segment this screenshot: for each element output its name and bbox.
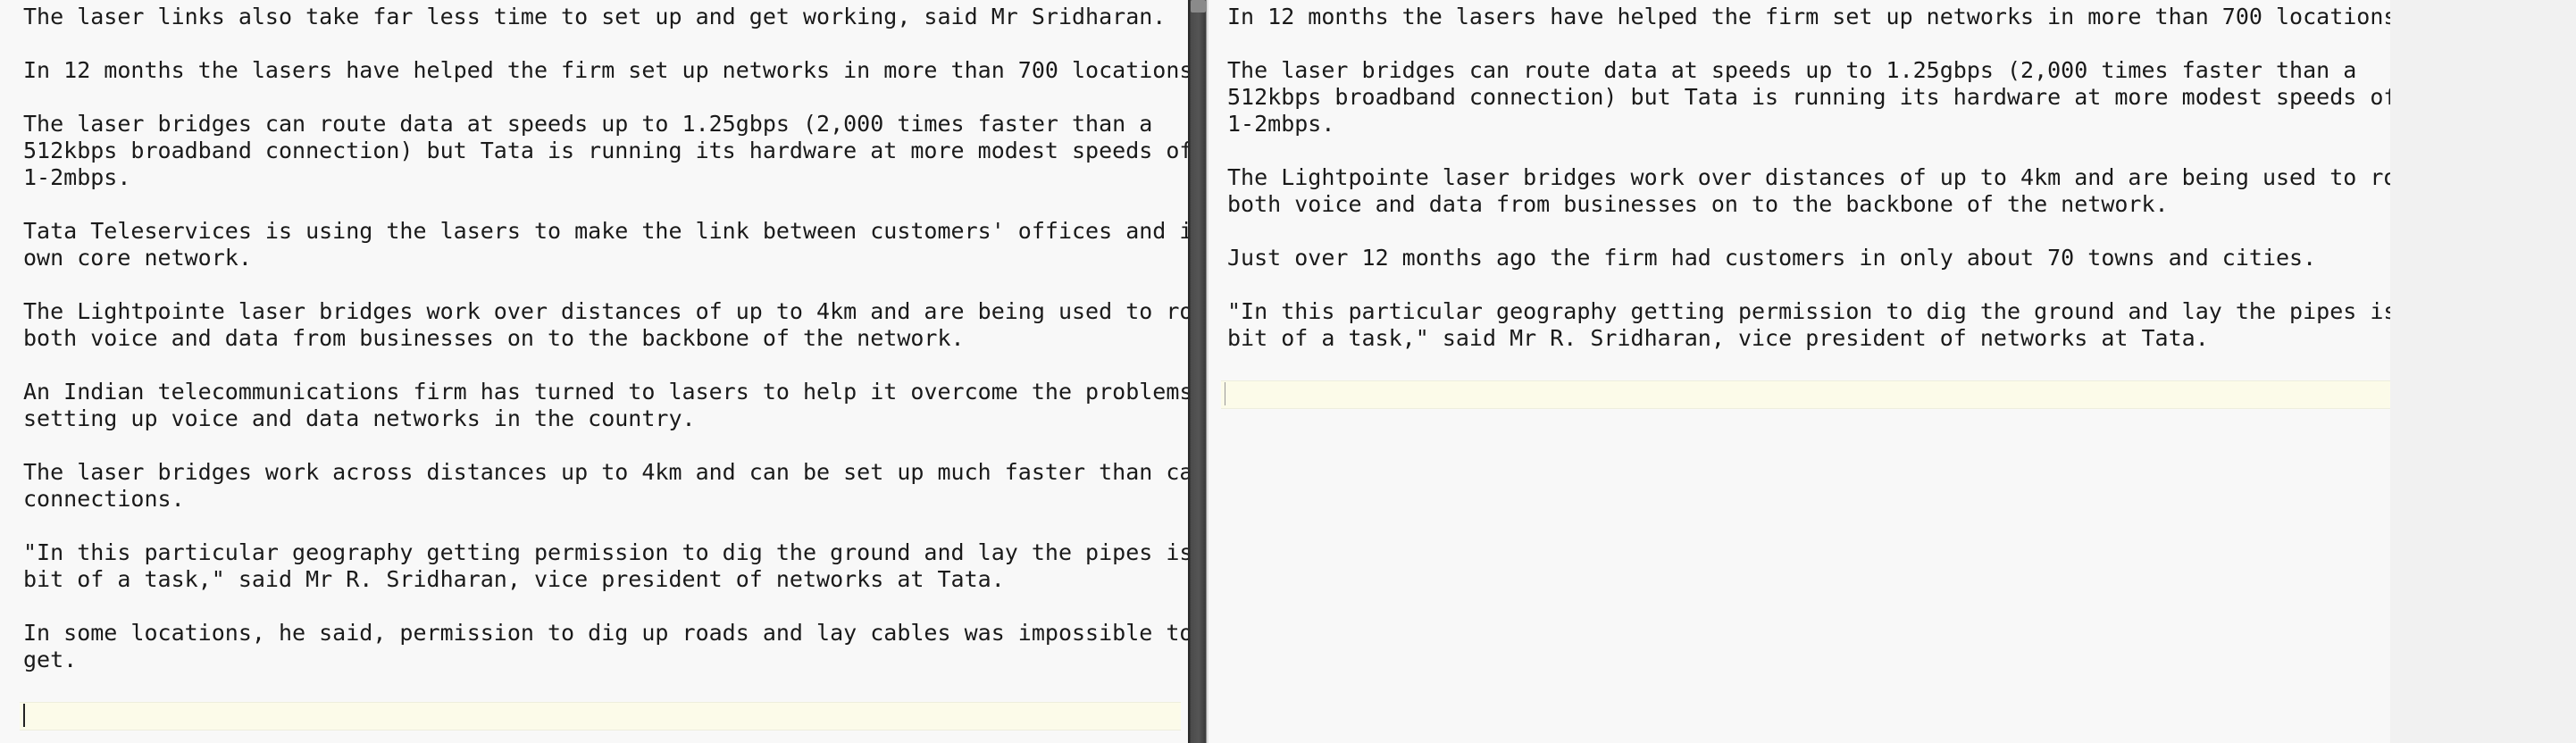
- text-line: Just over 12 months ago the firm had cus…: [1227, 245, 2317, 271]
- paragraph: In some locations, he said, permission t…: [23, 620, 1188, 673]
- paragraph: The Lightpointe laser bridges work over …: [23, 298, 1188, 352]
- paragraph: In 12 months the lasers have helped the …: [1227, 4, 2438, 30]
- text-line: setting up voice and data networks in th…: [23, 405, 696, 431]
- right-margin-area: [2390, 0, 2576, 743]
- paragraph: The laser bridges work across distances …: [23, 459, 1188, 513]
- pane-splitter[interactable]: [1188, 0, 1209, 743]
- text-line: "In this particular geography getting pe…: [1227, 298, 2424, 324]
- text-line: The laser bridges can route data at spee…: [1227, 57, 2357, 83]
- text-line: 512kbps broadband connection) but Tata i…: [1227, 84, 2397, 110]
- text-line: An Indian telecommunications firm has tu…: [23, 379, 1188, 405]
- text-line: The laser bridges can route data at spee…: [23, 111, 1153, 137]
- text-line: In 12 months the lasers have helped the …: [23, 57, 1188, 83]
- paragraph: The laser links also take far less time …: [23, 4, 1188, 30]
- right-text-content[interactable]: In 12 months the lasers have helped the …: [1227, 4, 2438, 352]
- text-line: "In this particular geography getting pe…: [23, 539, 1188, 565]
- current-line-highlight: [20, 702, 1181, 730]
- paragraph: "In this particular geography getting pe…: [23, 539, 1188, 593]
- right-editor-pane[interactable]: In 12 months the lasers have helped the …: [1209, 0, 2576, 743]
- text-line: The Lightpointe laser bridges work over …: [1227, 164, 2438, 190]
- paragraph: The laser bridges can route data at spee…: [23, 111, 1188, 191]
- paragraph: "In this particular geography getting pe…: [1227, 298, 2438, 352]
- text-line: bit of a task," said Mr R. Sridharan, vi…: [23, 566, 1005, 592]
- paragraph: Tata Teleservices is using the lasers to…: [23, 218, 1188, 271]
- paragraph: An Indian telecommunications firm has tu…: [23, 379, 1188, 432]
- text-line: 1-2mbps.: [23, 164, 131, 190]
- text-line: In 12 months the lasers have helped the …: [1227, 4, 2411, 29]
- left-editor-pane[interactable]: The laser links also take far less time …: [0, 0, 1188, 743]
- text-line: Tata Teleservices is using the lasers to…: [23, 218, 1188, 244]
- text-cursor: [23, 704, 25, 727]
- editor-window: The laser links also take far less time …: [0, 0, 2576, 743]
- text-line: both voice and data from businesses on t…: [1227, 191, 2169, 217]
- scrollbar-thumb[interactable]: [1191, 0, 1206, 13]
- text-line: 512kbps broadband connection) but Tata i…: [23, 138, 1188, 163]
- paragraph: The Lightpointe laser bridges work over …: [1227, 164, 2438, 218]
- text-line: In some locations, he said, permission t…: [23, 620, 1188, 646]
- paragraph: In 12 months the lasers have helped the …: [23, 57, 1188, 84]
- text-line: bit of a task," said Mr R. Sridharan, vi…: [1227, 325, 2209, 351]
- current-line-highlight: [1221, 380, 2576, 409]
- paragraph: The laser bridges can route data at spee…: [1227, 57, 2438, 138]
- text-line: 1-2mbps.: [1227, 111, 1335, 137]
- text-line: get.: [23, 647, 78, 672]
- paragraph: Just over 12 months ago the firm had cus…: [1227, 245, 2438, 271]
- text-line: both voice and data from businesses on t…: [23, 325, 965, 351]
- left-text-content[interactable]: The laser links also take far less time …: [23, 4, 1188, 673]
- text-line: own core network.: [23, 245, 252, 271]
- text-line: The laser bridges work across distances …: [23, 459, 1188, 485]
- text-line: The laser links also take far less time …: [23, 4, 1167, 29]
- text-line: connections.: [23, 486, 185, 512]
- text-line: The Lightpointe laser bridges work over …: [23, 298, 1188, 324]
